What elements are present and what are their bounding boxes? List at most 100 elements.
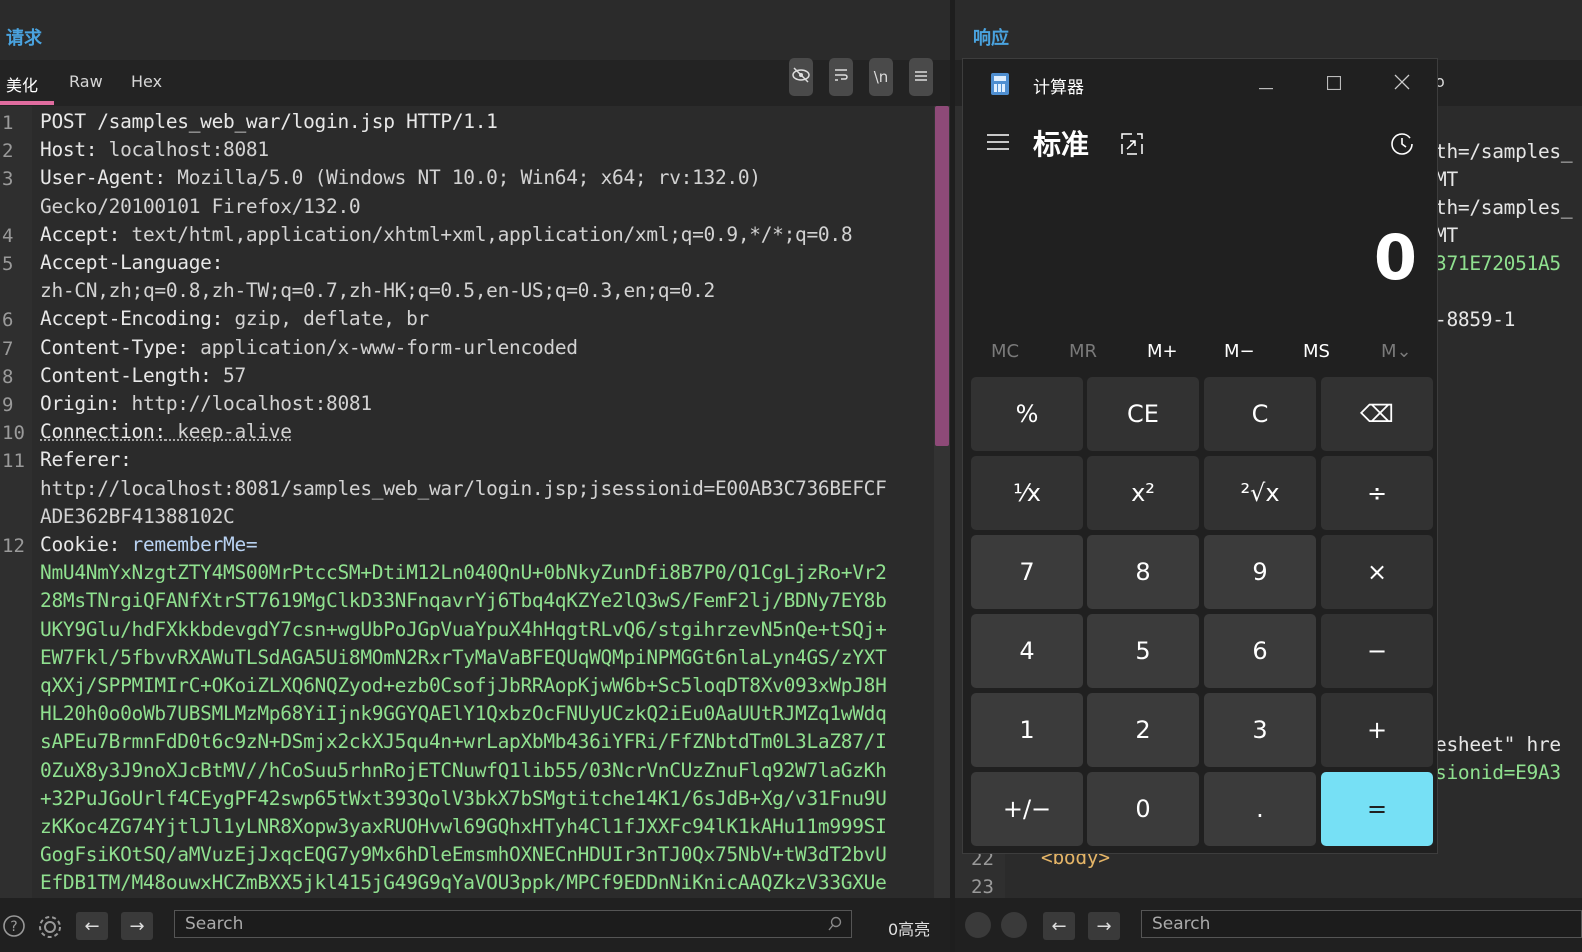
response-line: -8859-1 <box>1435 308 1516 331</box>
tab-hex[interactable]: Hex <box>131 72 162 91</box>
square-root-button[interactable]: ²√x <box>1204 456 1316 530</box>
reciprocal-button[interactable]: ⅟x <box>971 456 1083 530</box>
digit-8-button[interactable]: 8 <box>1087 535 1199 609</box>
header-value: keep-alive <box>165 420 292 444</box>
gear-icon[interactable] <box>1001 912 1027 938</box>
request-line: ADE362BF41388102C <box>40 505 235 528</box>
calculator-app-icon <box>991 73 1009 95</box>
back-button[interactable]: ← <box>1043 912 1075 940</box>
digit-7-button[interactable]: 7 <box>971 535 1083 609</box>
menu-button[interactable] <box>909 58 933 96</box>
highlight-count: 0高亮 <box>888 920 931 939</box>
memory-subtract-button[interactable]: M− <box>1224 341 1255 362</box>
request-line: Cookie: rememberMe= <box>40 533 258 556</box>
multiply-button[interactable]: × <box>1321 535 1433 609</box>
header-name: Accept: <box>40 222 121 246</box>
close-button[interactable] <box>1387 69 1417 99</box>
minimize-button[interactable] <box>1251 69 1281 99</box>
memory-add-button[interactable]: M+ <box>1147 341 1178 362</box>
decimal-button[interactable]: . <box>1204 772 1316 846</box>
maximize-button[interactable] <box>1319 69 1349 99</box>
clear-button[interactable]: C <box>1204 377 1316 451</box>
header-name: Content-Type: <box>40 335 189 359</box>
memory-recall-button[interactable]: MR <box>1069 341 1097 362</box>
line-number: 5 <box>2 253 14 275</box>
back-button[interactable]: ← <box>76 912 108 940</box>
arrow-left-icon: ← <box>1051 915 1067 937</box>
divide-button[interactable]: ÷ <box>1321 456 1433 530</box>
request-line: Content-Length: 57 <box>40 364 246 387</box>
request-line: Accept: text/html,application/xhtml+xml,… <box>40 222 853 246</box>
header-name: Accept-Encoding: <box>40 307 224 331</box>
request-line: zh-CN,zh;q=0.8,zh-TW;q=0.7,zh-HK;q=0.5,e… <box>40 279 715 302</box>
response-line: sionid=E9A3 <box>1435 761 1561 784</box>
subtract-button[interactable]: − <box>1321 614 1433 688</box>
cookie-value-line: NmU4NmYxNzgtZTY4MS00MrPtccSM+DtiM12Ln040… <box>40 561 887 585</box>
response-line-number: 23 <box>971 876 994 898</box>
cookie-value-line: UKY9Glu/hdFXkkbdevgdY7csn+wgUbPoJGpVuaYp… <box>40 617 887 641</box>
wrap-lines-toggle[interactable] <box>829 58 853 96</box>
history-button[interactable] <box>1389 131 1415 161</box>
tab-pretty[interactable]: 美化 <box>6 72 38 96</box>
digit-2-button[interactable]: 2 <box>1087 693 1199 767</box>
cookie-value-line: 28MsTNrgiQFANfXtrST7619MgClkD33NFnqavrYj… <box>40 589 887 613</box>
cookie-value-line: HL20h0o0oWb7UBSMLMzMp68YiIjnk9GGYQAElY1Q… <box>40 702 887 726</box>
tab-raw[interactable]: Raw <box>69 72 103 91</box>
maximize-icon <box>1326 75 1342 94</box>
eye-off-icon <box>791 67 811 87</box>
header-value: text/html,application/xhtml+xml,applicat… <box>120 222 853 246</box>
digit-4-button[interactable]: 4 <box>971 614 1083 688</box>
line-number: 10 <box>2 422 25 445</box>
memory-list-button[interactable]: M⌄ <box>1381 341 1412 362</box>
gear-icon[interactable] <box>37 914 63 945</box>
backspace-button[interactable]: ⌫ <box>1321 377 1433 451</box>
cookie-value-line: 0ZuX8y3J9noXJcBtMV//hCoSuu5rhnRojETCNuwf… <box>40 758 887 782</box>
request-line: Accept-Encoding: gzip, deflate, br <box>40 307 429 330</box>
digit-9-button[interactable]: 9 <box>1204 535 1316 609</box>
digit-5-button[interactable]: 5 <box>1087 614 1199 688</box>
keep-on-top-button[interactable] <box>1121 133 1143 159</box>
line-number: 11 <box>2 450 25 473</box>
request-search-input[interactable]: Search <box>174 910 852 938</box>
digit-3-button[interactable]: 3 <box>1204 693 1316 767</box>
header-name: Connection: <box>40 420 166 444</box>
line-number: 8 <box>2 365 14 388</box>
calculator-display: 0 <box>1373 221 1417 294</box>
square-button[interactable]: x² <box>1087 456 1199 530</box>
memory-clear-button[interactable]: MC <box>991 341 1019 362</box>
request-line: http://localhost:8081/samples_web_war/lo… <box>40 477 887 500</box>
percent-button[interactable]: % <box>971 377 1083 451</box>
equals-button[interactable]: = <box>1321 772 1433 846</box>
request-line: Host: localhost:8081 <box>40 138 269 161</box>
newline-toggle[interactable]: \n <box>869 58 893 96</box>
response-search-input[interactable]: Search <box>1141 910 1582 938</box>
line-number: 9 <box>2 394 14 416</box>
request-editor[interactable]: 1 POST /samples_web_war/login.jsp HTTP/1.… <box>0 106 934 898</box>
help-icon[interactable] <box>965 912 991 938</box>
digit-6-button[interactable]: 6 <box>1204 614 1316 688</box>
nav-menu-button[interactable] <box>987 133 1009 155</box>
forward-button[interactable]: → <box>1088 912 1120 940</box>
digit-1-button[interactable]: 1 <box>971 693 1083 767</box>
line-number: 6 <box>2 309 14 332</box>
digit-0-button[interactable]: 0 <box>1087 772 1199 846</box>
header-value: 57 <box>211 363 246 387</box>
header-name: POST /samples_web_war/login.jsp HTTP/1.1 <box>40 110 498 133</box>
forward-button[interactable]: → <box>121 912 153 940</box>
line-number: 2 <box>2 140 14 163</box>
clear-entry-button[interactable]: CE <box>1087 377 1199 451</box>
hamburger-icon <box>914 68 928 86</box>
keep-on-top-icon <box>1121 133 1143 159</box>
line-number: 12 <box>2 535 25 557</box>
header-value: Mozilla/5.0 (Windows NT 10.0; Win64; x64… <box>165 166 761 190</box>
response-line: th=/samples_ <box>1435 140 1573 163</box>
add-button[interactable]: + <box>1321 693 1433 767</box>
request-panel: 请求 美化 Raw Hex \n 1 POST /samples_web_war/… <box>0 0 950 952</box>
request-scrollbar-thumb[interactable] <box>935 106 949 446</box>
request-line: Origin: http://localhost:8081 <box>40 392 372 415</box>
calculator-window[interactable]: 计算器 标准 0 MC MR M+ M− MS M⌄ % CE C ⌫ ⅟x x² ²√x ÷… <box>962 58 1438 854</box>
negate-button[interactable]: +/− <box>971 772 1083 846</box>
memory-store-button[interactable]: MS <box>1303 341 1330 362</box>
help-icon[interactable]: ? <box>2 914 26 943</box>
hide-nonprintable-toggle[interactable] <box>789 58 813 96</box>
